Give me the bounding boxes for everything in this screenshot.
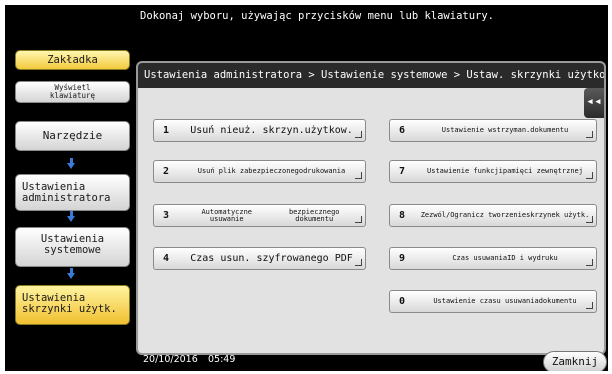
down-arrow-icon <box>67 211 75 222</box>
bookmark-button[interactable]: Zakładka <box>15 50 130 70</box>
menu-item-label: Ustawienie czasu usuwania dokumentu <box>420 291 590 312</box>
menu-item-number: 9 <box>398 253 406 264</box>
menu-item-6[interactable]: 6 Ustawienie wstrzyman. dokumentu <box>389 119 597 142</box>
menu-item-label: Usuń nieuż. skrzyn.użytkow. <box>190 125 353 136</box>
menu-item-label-line2: ID i wydruku <box>507 254 558 262</box>
menu-item-label-line1: Czas usuwania <box>452 254 508 262</box>
menu-item-label: Zezwól/Ogranicz tworzenie skrzynek użytk. <box>420 205 590 226</box>
menu-item-label-line2: skrzynek użytk. <box>526 211 590 219</box>
menu-item-label-line2: dokumentu <box>530 126 569 134</box>
menu-item-4[interactable]: 4 Czas usun. szyfrowanego PDF <box>153 247 366 270</box>
date-display: 20/10/2016 <box>143 354 198 365</box>
menu-item-label: Ustawienie funkcji pamięci zewnętrznej <box>420 161 590 182</box>
menu-item-label-line2: drukowania <box>303 167 346 175</box>
nav-admin-settings[interactable]: Ustawienia administratora <box>15 174 130 211</box>
close-button[interactable]: Zamknij <box>543 351 607 371</box>
nav-tools-label: Narzędzie <box>42 129 103 142</box>
menu-item-label: Czas usuwania ID i wydruku <box>420 248 590 269</box>
menu-item-label-line1: Usuń plik zabezpieczonego <box>197 167 304 175</box>
nav-tools[interactable]: Narzędzie <box>15 121 130 151</box>
menu-item-label-line1: Ustawienie wstrzyman. <box>441 126 531 134</box>
menu-item-number: 1 <box>162 125 170 136</box>
menu-item-label: Ustawienie wstrzyman. dokumentu <box>420 120 590 141</box>
menu-item-9[interactable]: 9 Czas usuwania ID i wydruku <box>389 247 597 270</box>
down-arrow-icon <box>67 158 75 169</box>
menu-item-number: 6 <box>398 125 406 136</box>
instruction-message: Dokonaj wyboru, używając przycisków menu… <box>140 10 495 22</box>
menu-item-number: 0 <box>398 296 406 307</box>
nav-admin-label-line2: administratora <box>22 192 111 204</box>
menu-item-label: Czas usun. szyfrowanego PDF <box>190 253 353 264</box>
menu-item-8[interactable]: 8 Zezwól/Ogranicz tworzenie skrzynek użyt… <box>389 204 597 227</box>
menu-item-label: Automatyczne usuwanie bezpiecznego dokume… <box>184 205 359 226</box>
nav-system-settings[interactable]: Ustawienia systemowe <box>15 227 130 267</box>
menu-item-number: 8 <box>398 210 406 221</box>
collapse-panel-icon[interactable]: ◂◂ <box>584 88 604 118</box>
menu-item-label-line2: bezpiecznego dokumentu <box>288 207 340 223</box>
menu-item-7[interactable]: 7 Ustawienie funkcji pamięci zewnętrznej <box>389 160 597 183</box>
nav-userbox-label-line2: skrzynki użytk. <box>22 303 117 315</box>
menu-item-label-line2: pamięci zewnętrznej <box>502 167 583 175</box>
menu-item-0[interactable]: 0 Ustawienie czasu usuwania dokumentu <box>389 290 597 313</box>
menu-item-label-line1: Ustawienie czasu usuwania <box>433 297 539 305</box>
keyboard-label-line2: klawiaturę <box>49 91 96 100</box>
nav-user-box-settings[interactable]: Ustawienia skrzynki użytk. <box>15 285 130 325</box>
time-display: 05:49 <box>208 354 236 365</box>
menu-item-1[interactable]: 1 Usuń nieuż. skrzyn.użytkow. <box>153 119 366 142</box>
menu-item-number: 3 <box>162 210 170 221</box>
nav-system-label-line2: systemowe <box>44 244 101 256</box>
menu-item-number: 2 <box>162 166 170 177</box>
menu-item-number: 4 <box>162 253 170 264</box>
menu-item-label: Usuń plik zabezpieczonego drukowania <box>184 161 359 182</box>
menu-item-3[interactable]: 3 Automatyczne usuwanie bezpiecznego doku… <box>153 204 366 227</box>
down-arrow-icon <box>67 268 75 279</box>
menu-item-label-line1: Automatyczne usuwanie <box>201 207 253 223</box>
show-keyboard-button[interactable]: Wyświetl klawiaturę <box>15 81 130 103</box>
menu-item-2[interactable]: 2 Usuń plik zabezpieczonego drukowania <box>153 160 366 183</box>
menu-item-label-line2: dokumentu <box>538 297 577 305</box>
menu-item-label-line1: Zezwól/Ogranicz tworzenie <box>420 211 527 219</box>
menu-item-label-line1: Ustawienie funkcji <box>427 167 503 175</box>
menu-item-number: 7 <box>398 166 406 177</box>
control-panel-screen: Dokonaj wyboru, używając przycisków menu… <box>5 5 608 371</box>
breadcrumb: Ustawienia administratora > Ustawienie s… <box>138 63 604 88</box>
